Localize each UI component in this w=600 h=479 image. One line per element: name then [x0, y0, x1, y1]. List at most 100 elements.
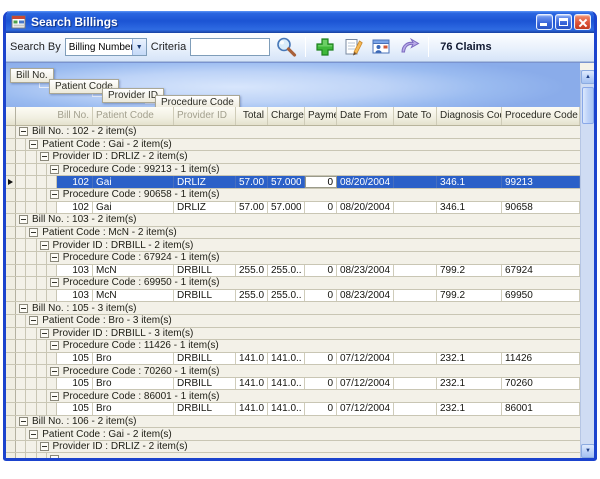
row-indicator: [6, 227, 16, 239]
group-row[interactable]: Procedure Code : 11426 - 1 item(s): [6, 340, 580, 353]
row-indicator-header: [6, 107, 16, 125]
cell-date_to: [394, 290, 437, 302]
column-header-patient-code[interactable]: Patient Code: [93, 107, 174, 125]
vertical-scrollbar[interactable]: ▲ ▼: [580, 70, 594, 458]
scrollbar-thumb[interactable]: [582, 87, 594, 124]
column-header-diagnosis-code[interactable]: Diagnosis Code: [437, 107, 502, 125]
cell-payment: 0: [305, 378, 337, 390]
column-header-date-from[interactable]: Date From: [337, 107, 394, 125]
group-row[interactable]: Bill No. : 105 - 3 item(s): [6, 302, 580, 315]
group-row[interactable]: Bill No. : 102 - 2 item(s): [6, 126, 580, 139]
group-row[interactable]: [6, 453, 580, 458]
maximize-button[interactable]: [555, 14, 572, 30]
collapse-icon[interactable]: [40, 152, 49, 161]
indent-strip: [16, 290, 26, 302]
table-row[interactable]: 105BroDRBILL141.0...141.0...007/12/20042…: [6, 353, 580, 366]
group-row[interactable]: Procedure Code : 70260 - 1 item(s): [6, 365, 580, 378]
collapse-icon[interactable]: [29, 430, 38, 439]
collapse-icon[interactable]: [19, 304, 28, 313]
collapse-icon[interactable]: [29, 228, 38, 237]
column-header-bill-no[interactable]: Bill No.: [16, 107, 93, 125]
scroll-up-icon[interactable]: ▲: [581, 70, 594, 84]
group-row-label: Procedure Code : 70260 - 1 item(s): [63, 366, 220, 377]
group-row[interactable]: Procedure Code : 69950 - 1 item(s): [6, 277, 580, 290]
group-row[interactable]: Procedure Code : 90658 - 1 item(s): [6, 189, 580, 202]
table-row[interactable]: 103McNDRBILL255.0...255.0...008/23/20047…: [6, 265, 580, 278]
cell-diagnosis: 232.1: [437, 378, 502, 390]
collapse-icon[interactable]: [50, 278, 59, 287]
indent-strip: [16, 176, 26, 188]
indent-strip: [37, 189, 47, 201]
submit-claim-icon[interactable]: [397, 35, 421, 59]
minimize-button[interactable]: [536, 14, 553, 30]
collapse-icon[interactable]: [29, 140, 38, 149]
scroll-down-icon[interactable]: ▼: [581, 444, 594, 458]
collapse-icon[interactable]: [40, 442, 49, 451]
close-button[interactable]: [574, 14, 591, 30]
collapse-icon[interactable]: [50, 392, 59, 401]
group-row[interactable]: Procedure Code : 86001 - 1 item(s): [6, 390, 580, 403]
claims-count: 76 Claims: [440, 41, 491, 53]
group-row[interactable]: Bill No. : 103 - 2 item(s): [6, 214, 580, 227]
cell-patient: Gai: [93, 202, 174, 214]
column-header-provider-id[interactable]: Provider ID: [174, 107, 236, 125]
group-row[interactable]: Provider ID : DRLIZ - 2 item(s): [6, 441, 580, 454]
add-claim-icon[interactable]: [313, 35, 337, 59]
column-header-date-to[interactable]: Date To: [394, 107, 437, 125]
collapse-icon[interactable]: [19, 215, 28, 224]
column-header-procedure-code[interactable]: Procedure Code: [502, 107, 580, 125]
cell-provider: DRBILL: [174, 378, 236, 390]
table-row[interactable]: 102GaiDRLIZ57.00...57.0000008/20/2004346…: [6, 176, 580, 189]
search-icon[interactable]: [274, 35, 298, 59]
collapse-icon[interactable]: [40, 329, 49, 338]
column-header-charges[interactable]: Charges: [268, 107, 305, 125]
chevron-down-icon[interactable]: ▼: [132, 39, 146, 55]
group-row[interactable]: Procedure Code : 67924 - 1 item(s): [6, 252, 580, 265]
column-header-payme[interactable]: Payme...: [305, 107, 337, 125]
current-row-icon: [8, 179, 13, 185]
search-by-dropdown[interactable]: Billing Number ▼: [65, 38, 147, 56]
collapse-icon[interactable]: [50, 341, 59, 350]
table-row[interactable]: 103McNDRBILL255.0...255.0...008/23/20047…: [6, 290, 580, 303]
cell-value: 102: [60, 202, 89, 213]
collapse-icon[interactable]: [50, 367, 59, 376]
collapse-icon[interactable]: [50, 455, 59, 458]
group-row[interactable]: Patient Code : McN - 2 item(s): [6, 227, 580, 240]
group-row[interactable]: Provider ID : DRBILL - 3 item(s): [6, 328, 580, 341]
collapse-icon[interactable]: [40, 241, 49, 250]
group-row[interactable]: Provider ID : DRLIZ - 2 item(s): [6, 151, 580, 164]
window-title: Search Billings: [31, 15, 536, 29]
indent-strip: [16, 365, 26, 377]
table-row[interactable]: 105BroDRBILL141.0...141.0...007/12/20042…: [6, 378, 580, 391]
group-row[interactable]: Patient Code : Gai - 2 item(s): [6, 428, 580, 441]
collapse-icon[interactable]: [29, 316, 38, 325]
group-box-bill-no[interactable]: Bill No.: [10, 68, 54, 83]
cell-payment: 0: [305, 403, 337, 415]
payment-editor[interactable]: 0: [305, 176, 337, 188]
column-header-total[interactable]: Total: [236, 107, 268, 125]
cell-date_to: [394, 265, 437, 277]
group-box-procedure-code[interactable]: Procedure Code: [155, 95, 240, 107]
group-row[interactable]: Provider ID : DRBILL - 2 item(s): [6, 239, 580, 252]
edit-claim-icon[interactable]: [341, 35, 365, 59]
collapse-icon[interactable]: [19, 127, 28, 136]
title-bar[interactable]: Search Billings: [6, 11, 594, 33]
collapse-icon[interactable]: [50, 165, 59, 174]
group-row[interactable]: Bill No. : 106 - 2 item(s): [6, 416, 580, 429]
collapse-icon[interactable]: [50, 253, 59, 262]
criteria-input[interactable]: [190, 38, 270, 56]
collapse-icon[interactable]: [50, 190, 59, 199]
claim-report-icon[interactable]: [369, 35, 393, 59]
group-row[interactable]: Procedure Code : 99213 - 1 item(s): [6, 164, 580, 177]
indent-strip: [37, 340, 47, 352]
cell-bill: 103: [57, 265, 93, 277]
group-row[interactable]: Patient Code : Gai - 2 item(s): [6, 139, 580, 152]
table-row[interactable]: 105BroDRBILL141.0...141.0...007/12/20042…: [6, 403, 580, 416]
indent-strip: [26, 151, 36, 163]
cell-procedure: 90658: [502, 202, 580, 214]
cell-date_from: 07/12/2004: [337, 403, 394, 415]
group-row[interactable]: Patient Code : Bro - 3 item(s): [6, 315, 580, 328]
collapse-icon[interactable]: [19, 417, 28, 426]
table-row[interactable]: 102GaiDRLIZ57.00...57.0000008/20/2004346…: [6, 202, 580, 215]
indent-strip: [16, 403, 26, 415]
